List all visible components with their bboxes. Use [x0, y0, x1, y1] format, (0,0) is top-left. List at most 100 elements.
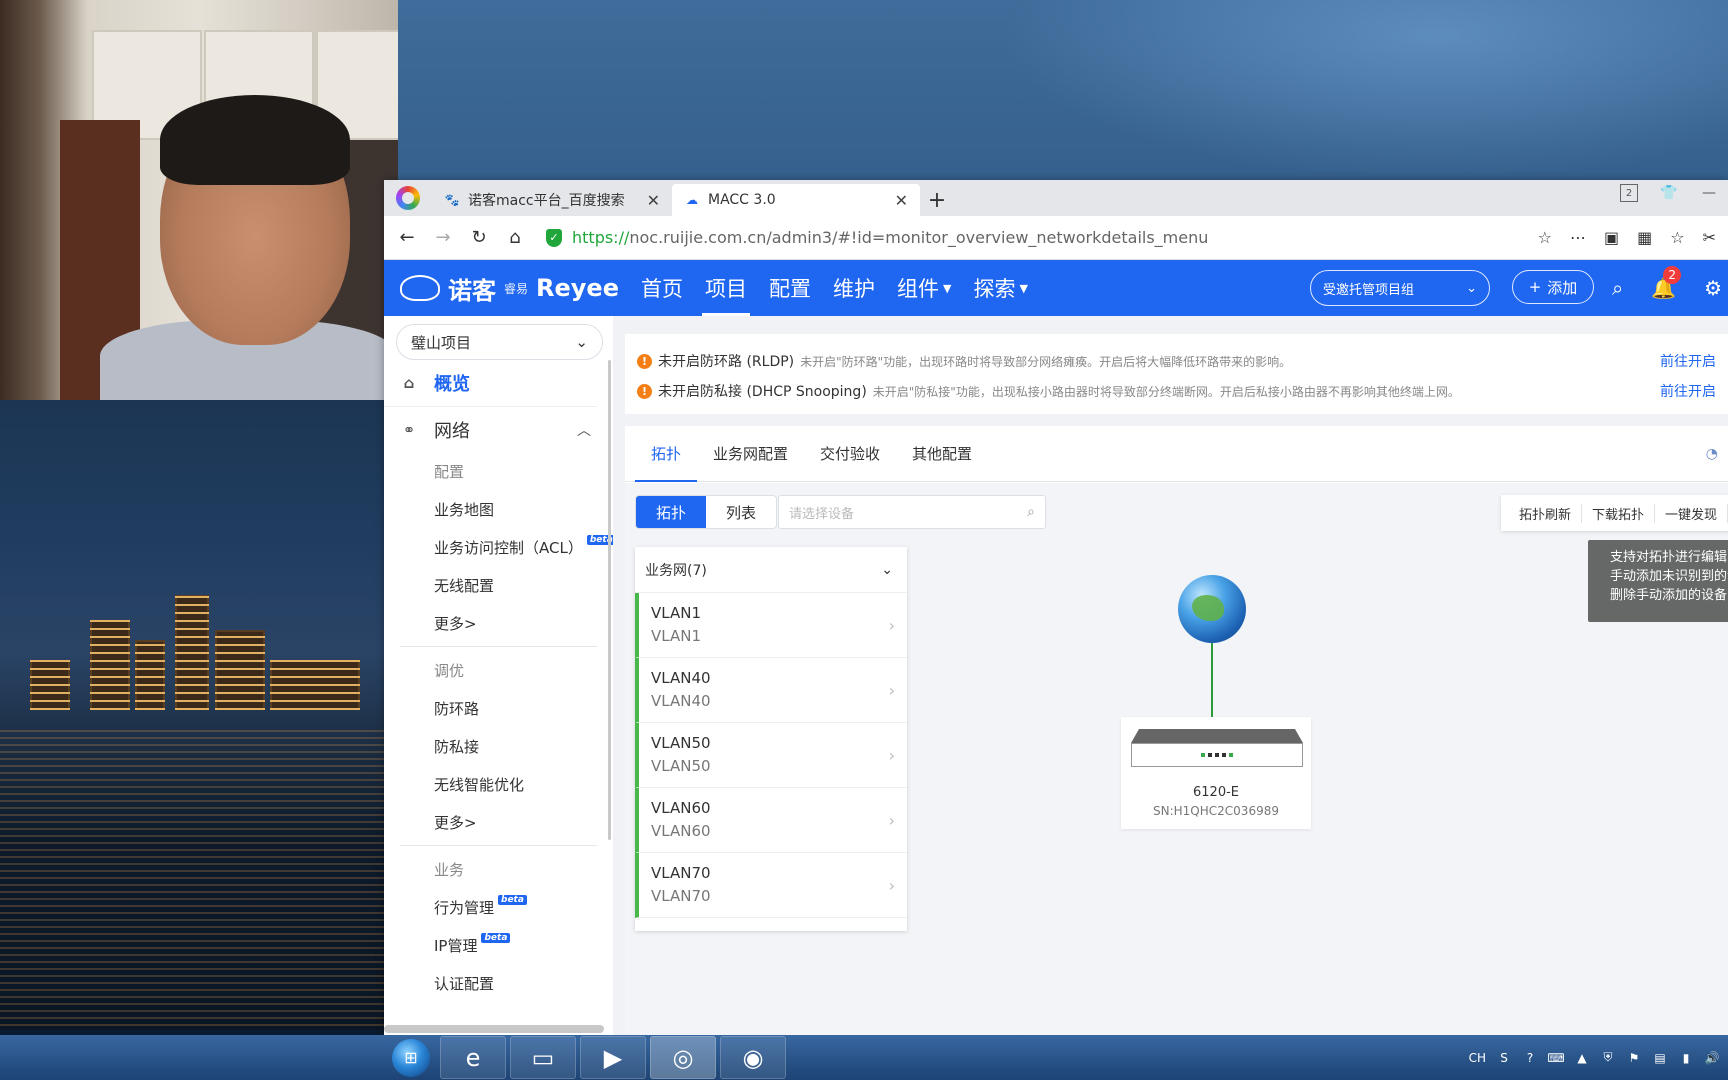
sidebar-item-behavior[interactable]: 行为管理 beta: [384, 888, 613, 926]
security-shield-icon[interactable]: ⛨: [1600, 1050, 1616, 1066]
chevron-down-icon: ⌄: [575, 333, 588, 351]
device-search-input[interactable]: 请选择设备 ⌕: [778, 495, 1046, 529]
sogou-icon[interactable]: S: [1496, 1050, 1512, 1066]
ime-icon[interactable]: ⌨: [1547, 1050, 1564, 1066]
settings-gear-icon[interactable]: ⚙: [1704, 276, 1722, 300]
sidebar-hscrollbar[interactable]: [384, 1025, 604, 1033]
tab-biz-network-config[interactable]: 业务网配置: [697, 425, 804, 481]
obs-icon[interactable]: ◉: [720, 1036, 786, 1079]
sidebar-item-more-config[interactable]: 更多>: [384, 604, 613, 642]
more-icon[interactable]: ⋯: [1570, 228, 1586, 247]
close-tab-icon[interactable]: ✕: [647, 191, 660, 210]
nav-config[interactable]: 配置: [758, 260, 822, 316]
notification-bell-icon[interactable]: 🔔 2: [1651, 266, 1682, 300]
bookmark-star-icon[interactable]: ☆: [1538, 228, 1552, 247]
vlan-item[interactable]: VLAN60 VLAN60 ›: [635, 788, 907, 853]
home-icon: ⌂: [403, 374, 415, 392]
one-click-discover-button[interactable]: 一键发现: [1655, 503, 1728, 523]
header-icons: ⌕ 🔔 2 ⚙: [1612, 260, 1722, 316]
sidebar-item-auth-config[interactable]: 认证配置: [384, 964, 613, 1002]
browser-window: 🐾 诺客macc平台_百度搜索 ✕ ☁ MACC 3.0 ✕ + 2 👕 — ←…: [384, 180, 1728, 1035]
sidebar-item-more-tuning[interactable]: 更多>: [384, 803, 613, 841]
volume-icon[interactable]: 🔊: [1704, 1050, 1720, 1066]
network-signal-icon[interactable]: ▮: [1678, 1050, 1694, 1066]
vlan-item[interactable]: VLAN40 VLAN40 ›: [635, 658, 907, 723]
browser-tab-baidu[interactable]: 🐾 诺客macc平台_百度搜索 ✕: [432, 184, 672, 216]
back-icon[interactable]: ←: [392, 223, 422, 253]
internet-globe-icon[interactable]: [1178, 575, 1246, 643]
vlan-item[interactable]: VLAN50 VLAN50 ›: [635, 723, 907, 788]
input-language[interactable]: CH: [1469, 1051, 1486, 1065]
start-button[interactable]: ⊞: [386, 1035, 436, 1080]
topology-view-button[interactable]: 拓扑: [636, 496, 706, 528]
apps-grid-icon[interactable]: ▦: [1637, 228, 1652, 247]
refresh-topology-button[interactable]: 拓扑刷新: [1509, 503, 1582, 523]
clipboard-icon[interactable]: ▤: [1652, 1050, 1668, 1066]
sidebar-item-acl[interactable]: 业务访问控制（ACL） beta: [384, 528, 613, 566]
scissors-icon[interactable]: ✂: [1703, 228, 1716, 247]
topology-link: [1211, 643, 1213, 717]
enable-dhcp-snooping-link[interactable]: 前往开启: [1660, 381, 1716, 401]
vlan-item[interactable]: VLAN70 VLAN70 ›: [635, 853, 907, 918]
browser-tab-macc[interactable]: ☁ MACC 3.0 ✕: [672, 184, 920, 216]
reader-icon[interactable]: ▣: [1604, 228, 1619, 247]
sidebar-item-wireless-config[interactable]: 无线配置: [384, 566, 613, 604]
home-icon[interactable]: ⌂: [500, 223, 530, 253]
topology-device-node[interactable]: 6120-E SN:H1QHC2C036989: [1121, 717, 1311, 829]
close-tab-icon[interactable]: ✕: [895, 191, 908, 210]
nav-maintain[interactable]: 维护: [822, 260, 886, 316]
tray-expand-icon[interactable]: ▲: [1574, 1050, 1590, 1066]
add-button[interactable]: + 添加: [1512, 270, 1594, 304]
tab-topology[interactable]: 拓扑: [635, 425, 698, 482]
sidebar-item-biz-map[interactable]: 业务地图: [384, 490, 613, 528]
windows-logo-icon: ⊞: [392, 1038, 430, 1077]
browser-icon[interactable]: ◎: [650, 1036, 716, 1079]
shirt-icon[interactable]: 👕: [1660, 184, 1678, 202]
minimize-icon[interactable]: —: [1700, 184, 1718, 202]
tab-other-config[interactable]: 其他配置: [896, 425, 988, 481]
nav-project[interactable]: 项目: [694, 260, 758, 316]
sidebar-item-dhcp-snooping[interactable]: 防私接: [384, 727, 613, 765]
site-select[interactable]: 璧山项目 ⌄: [396, 324, 603, 360]
sidebar-item-ip-management[interactable]: IP管理 beta: [384, 926, 613, 964]
brand-logo[interactable]: 诺客 睿易 Reyee: [384, 271, 622, 306]
nav-home[interactable]: 首页: [630, 260, 694, 316]
sidebar-item-rldp[interactable]: 防环路: [384, 689, 613, 727]
list-view-button[interactable]: 列表: [706, 496, 776, 528]
sidebar-item-overview[interactable]: ⌂ 概览: [384, 360, 613, 406]
browser-logo-icon[interactable]: [384, 180, 432, 216]
vlan-panel-header[interactable]: 业务网(7) ⌄: [635, 547, 907, 593]
window-count-icon[interactable]: 2: [1620, 184, 1638, 202]
warning-icon: !: [637, 353, 652, 369]
sidebar-scrollbar[interactable]: [608, 360, 611, 840]
ie-icon[interactable]: e: [440, 1036, 506, 1079]
alert-rldp: ! 未开启防环路 (RLDP) 未开启"防环路"功能，出现环路时将导致部分网络瘫…: [637, 346, 1716, 376]
tab-delivery-acceptance[interactable]: 交付验收: [804, 425, 896, 481]
device-name: 6120-E: [1193, 785, 1239, 800]
sidebar-item-wireless-optimize[interactable]: 无线智能优化: [384, 765, 613, 803]
forward-icon[interactable]: →: [428, 223, 458, 253]
capture-icon[interactable]: ◔: [1706, 446, 1718, 462]
warning-icon: !: [637, 383, 652, 399]
enable-rldp-link[interactable]: 前往开启: [1660, 351, 1716, 371]
download-topology-button[interactable]: 下载拓扑: [1582, 503, 1655, 523]
folder-icon[interactable]: ▭: [510, 1036, 576, 1079]
caret-down-icon: ▼: [1019, 281, 1028, 295]
paw-icon: 🐾: [444, 193, 460, 207]
reload-icon[interactable]: ↻: [464, 223, 494, 253]
favorites-icon[interactable]: ☆: [1670, 228, 1684, 247]
nav-components[interactable]: 组件 ▼: [886, 260, 962, 316]
vlan-item[interactable]: VLAN1 VLAN1 ›: [635, 593, 907, 658]
nav-explore[interactable]: 探索 ▼: [962, 260, 1038, 316]
chevron-right-icon: ›: [888, 680, 895, 700]
topology-actions: 拓扑刷新 下载拓扑 一键发现: [1500, 495, 1728, 531]
sidebar-item-network[interactable]: ⚭ 网络 ︿: [384, 406, 597, 452]
flag-icon[interactable]: ⚑: [1626, 1050, 1642, 1066]
project-group-select[interactable]: 受邀托管项目组 ⌄: [1310, 270, 1490, 306]
new-tab-button[interactable]: +: [920, 184, 954, 216]
divider: [400, 646, 597, 647]
url-field[interactable]: ✓ https://noc.ruijie.com.cn/admin3/#!id=…: [536, 223, 1532, 253]
search-icon[interactable]: ⌕: [1612, 276, 1623, 300]
media-player-icon[interactable]: ▶: [580, 1036, 646, 1079]
help-icon[interactable]: ?: [1522, 1050, 1538, 1066]
